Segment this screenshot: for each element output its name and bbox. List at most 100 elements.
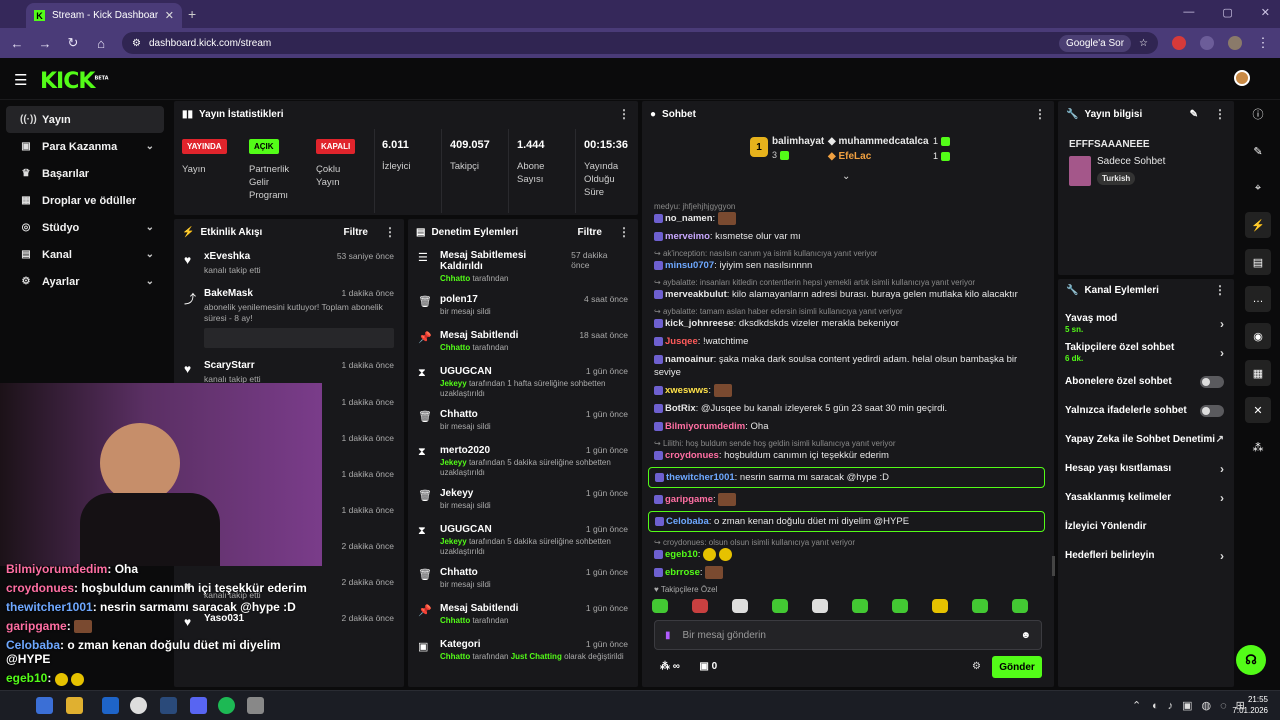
chat-message[interactable]: egeb10: (642, 548, 1054, 562)
sidebar-item-kanal[interactable]: ▤ Kanal ⌄ (6, 241, 164, 268)
chat-input[interactable]: ▮ Bir mesaj gönderin ☻ (654, 620, 1042, 650)
chat-message[interactable]: ebrrose: (642, 566, 1054, 580)
category-name[interactable]: Sadece Sohbet (1097, 156, 1165, 167)
more-options-icon[interactable]: ⋮ (1214, 107, 1226, 121)
close-tab-icon[interactable]: ✕ (165, 9, 174, 22)
emote-icon[interactable] (732, 599, 748, 613)
back-icon[interactable]: ← (10, 36, 24, 51)
google-ask-button[interactable]: Google'a Sor (1058, 34, 1132, 52)
more-options-icon[interactable]: ⋮ (618, 107, 630, 121)
top-gifter-2[interactable]: ◆ muhammedcatalca (828, 136, 929, 147)
chat-scrollbar[interactable] (1052, 556, 1055, 576)
top-gifter-3[interactable]: ◆ EfeLac (828, 151, 871, 162)
menu-icon[interactable]: ☰ (14, 71, 27, 89)
chat-message[interactable]: xweswws: (642, 384, 1054, 398)
toggle-switch[interactable] (1200, 375, 1224, 388)
sidebar-item-studyo[interactable]: ◎ Stüdyo ⌄ (6, 214, 164, 241)
emote-icon[interactable] (692, 599, 708, 613)
tray-chevron-icon[interactable]: ⌃ (1132, 699, 1141, 712)
emote-icon[interactable] (932, 599, 948, 613)
file-explorer-icon[interactable] (66, 697, 83, 714)
channel-action-item[interactable]: Abonelere özel sohbet (1058, 367, 1234, 396)
channel-action-item[interactable]: Yapay Zeka ile Sohbet Denetimi ↗ (1058, 425, 1234, 454)
channel-action-item[interactable]: Takipçilere özel sohbet 6 dk. › (1058, 338, 1234, 367)
chat-message[interactable]: kick_johnreese: dksdkdskds vizeler merak… (642, 317, 1054, 330)
more-options-icon[interactable]: ⋮ (384, 225, 396, 239)
top-gifter-1[interactable]: balimhayat (772, 136, 824, 147)
more-options-icon[interactable]: ⋮ (1214, 283, 1226, 297)
bolt-icon[interactable]: ⚡ (1245, 212, 1271, 238)
emote-icon[interactable] (1012, 599, 1028, 613)
taskbar-app-icon[interactable] (36, 697, 53, 714)
channel-action-item[interactable]: İzleyici Yönlendir (1058, 512, 1234, 541)
sidebar-item-basarilar[interactable]: ♛ Başarılar (6, 160, 164, 187)
chat-message[interactable]: Bilmiyorumdedim: Oha (642, 420, 1054, 433)
chat-icon[interactable]: … (1245, 286, 1271, 312)
new-tab-button[interactable]: + (188, 6, 196, 22)
mic-icon[interactable]: ▮ (665, 630, 671, 641)
support-headset-icon[interactable]: ☊ (1236, 645, 1266, 675)
sidebar-item-para-kazanma[interactable]: ▣ Para Kazanma ⌄ (6, 133, 164, 160)
emote-icon[interactable] (652, 599, 668, 613)
sidebar-item-ayarlar[interactable]: ⚙ Ayarlar ⌄ (6, 268, 164, 295)
sidebar-item-droplar[interactable]: ▦ Droplar ve ödüller (6, 187, 164, 214)
emote-icon[interactable] (772, 599, 788, 613)
wrench-icon[interactable]: ✕ (1245, 397, 1271, 423)
channel-action-item[interactable]: Hedefleri belirleyin › (1058, 541, 1234, 570)
profile-avatar[interactable] (1228, 36, 1242, 50)
chat-message[interactable]: garipgame: (642, 493, 1054, 507)
info-icon[interactable]: ⓘ (1245, 101, 1271, 127)
more-options-icon[interactable]: ⋮ (1034, 107, 1046, 121)
chat-message[interactable]: Jusqee: !watchtime (642, 335, 1054, 348)
activity-user[interactable]: ScaryStarr (204, 360, 255, 371)
channel-action-item[interactable]: Yalnızca ifadelerle sohbet (1058, 396, 1234, 425)
minimize-icon[interactable]: — (1183, 6, 1194, 19)
extension-icon[interactable] (1172, 36, 1186, 50)
pencil-icon[interactable]: ✎ (1245, 138, 1271, 164)
url-field[interactable]: ⚙ dashboard.kick.com/stream Google'a Sor… (122, 32, 1158, 54)
chat-message[interactable]: Celobaba: o zman kenan doğulu düet mi di… (648, 511, 1045, 533)
more-options-icon[interactable]: ⋮ (618, 225, 630, 239)
kick-logo[interactable]: KICKBETA (40, 69, 109, 94)
activity-user[interactable]: BakeMask (204, 288, 253, 299)
chat-message[interactable]: thewitcher1001: nesrin sarma mı saracak … (648, 467, 1045, 489)
toggle-switch[interactable] (1200, 404, 1224, 417)
layout-icon[interactable]: ▦ (1245, 360, 1271, 386)
chat-message[interactable]: no_namen: (642, 212, 1054, 225)
edit-icon[interactable]: ✎ (1190, 109, 1198, 120)
activity-user[interactable]: xEveshka (204, 251, 250, 262)
chat-message[interactable]: merveakbulut: kilo alamayanların adresi … (642, 288, 1054, 301)
chat-message[interactable]: minsu0707: iyiyim sen nasılsınnnn (642, 259, 1054, 272)
browser-tab[interactable]: K Stream - Kick Dashboard ✕ (26, 3, 182, 28)
expand-icon[interactable]: ⌄ (842, 171, 850, 182)
settings-icon[interactable]: ⚙ (972, 661, 981, 672)
discord-icon[interactable] (190, 697, 207, 714)
reload-icon[interactable]: ↻ (66, 35, 80, 51)
emote-icon[interactable] (852, 599, 868, 613)
user-avatar[interactable] (1234, 70, 1250, 86)
emoji-icon[interactable]: ☻ (1020, 630, 1031, 641)
channel-action-item[interactable]: Yavaş mod 5 sn. › (1058, 309, 1234, 338)
emote-icon[interactable] (972, 599, 988, 613)
chrome-icon[interactable] (130, 697, 147, 714)
document-icon[interactable]: ▤ (1245, 249, 1271, 275)
clock[interactable]: 21:55 7.01.2026 (1232, 694, 1268, 716)
sidebar-item-yayin[interactable]: ((·)) Yayın (6, 106, 164, 133)
chat-points[interactable]: ⁂ ∞ ▣ 0 (660, 661, 717, 672)
bookmark-star-icon[interactable]: ☆ (1139, 38, 1148, 49)
settings-app-icon[interactable] (247, 697, 264, 714)
outlook-icon[interactable] (102, 697, 119, 714)
site-info-icon[interactable]: ⚙ (132, 38, 141, 49)
steam-icon[interactable] (160, 697, 177, 714)
maximize-icon[interactable]: ▢ (1222, 6, 1232, 19)
send-button[interactable]: Gönder (992, 656, 1042, 678)
focus-icon[interactable]: ⌖ (1245, 175, 1271, 201)
chat-message[interactable]: merveimo: kısmetse olur var mı (642, 230, 1054, 243)
more-icon[interactable]: ⁂ (1245, 434, 1271, 460)
close-window-icon[interactable]: ✕ (1261, 6, 1270, 19)
spotify-icon[interactable] (218, 697, 235, 714)
channel-action-item[interactable]: Yasaklanmış kelimeler › (1058, 483, 1234, 512)
emote-icon[interactable] (812, 599, 828, 613)
home-icon[interactable]: ⌂ (94, 36, 108, 51)
chat-message[interactable]: namoainur: şaka maka dark soulsa content… (642, 353, 1054, 379)
